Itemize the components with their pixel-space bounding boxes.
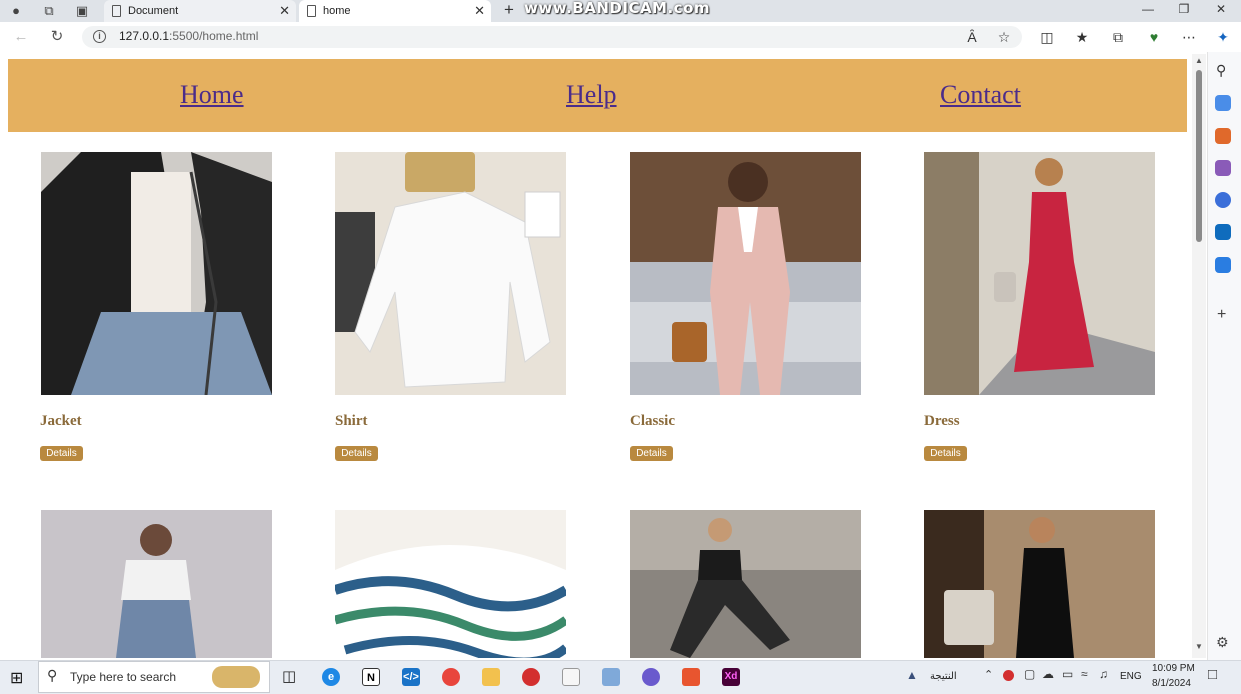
media-taskbar-icon[interactable] [642, 668, 660, 686]
new-tab-button[interactable]: + [500, 0, 518, 22]
tab-home[interactable]: home ✕ [299, 0, 491, 22]
restore-icon[interactable]: ❐ [1166, 0, 1202, 22]
browser-essentials-icon[interactable]: ♥ [1143, 26, 1165, 48]
product-name-shirt: Shirt [335, 413, 368, 429]
workspaces-icon[interactable]: ⧉ [40, 2, 58, 20]
jacket-photo [41, 152, 272, 395]
sportswear-photo [630, 510, 861, 658]
recording-tray-icon[interactable] [1003, 670, 1014, 681]
sidebar-settings-icon[interactable]: ⚙ [1216, 634, 1229, 651]
refresh-icon[interactable]: ↻ [46, 26, 68, 48]
close-tab-icon[interactable]: ✕ [474, 0, 485, 22]
scrollbar-thumb[interactable] [1196, 70, 1202, 242]
details-button-dress[interactable]: Details [924, 446, 967, 461]
details-button-jacket[interactable]: Details [40, 446, 83, 461]
recording-watermark: www.BANDICAM.com [524, 0, 711, 17]
more-menu-icon[interactable]: ⋯ [1178, 26, 1200, 48]
file-explorer-icon[interactable] [482, 668, 500, 686]
tab-title: Document [128, 5, 179, 17]
sidebar-m365-icon[interactable] [1215, 192, 1231, 208]
page-icon [307, 5, 316, 17]
vscode-taskbar-icon[interactable]: </> [402, 668, 420, 686]
wifi-icon[interactable]: ≈ [1081, 667, 1088, 681]
download-taskbar-icon[interactable] [682, 668, 700, 686]
adobe-xd-taskbar-icon[interactable]: Xd [722, 668, 740, 686]
dress-photo [924, 152, 1155, 395]
sidebar-outlook-icon[interactable] [1215, 224, 1231, 240]
classic-photo [630, 152, 861, 395]
black-dress-photo [924, 510, 1155, 658]
sidebar-search-icon[interactable]: ⚲ [1216, 62, 1226, 79]
taskbar-search-placeholder: Type here to search [70, 670, 177, 684]
clock-time[interactable]: 10:09 PM [1152, 663, 1195, 674]
notifications-icon[interactable]: □ [1208, 666, 1217, 683]
site-info-icon[interactable]: i [93, 30, 106, 43]
weather-label[interactable]: النتيجة [930, 671, 957, 682]
tab-title: home [323, 5, 351, 17]
windows-start-icon[interactable]: ⊞ [10, 668, 23, 688]
sidebar-shopping-icon[interactable] [1215, 95, 1231, 111]
white-top-jeans-photo [41, 510, 272, 658]
scroll-down-icon[interactable]: ▼ [1194, 642, 1204, 651]
tab-actions-icon[interactable]: ▣ [73, 2, 91, 20]
chrome-taskbar-icon[interactable] [442, 668, 460, 686]
favorite-star-icon[interactable]: ☆ [993, 26, 1015, 48]
sidebar-add-icon[interactable]: + [1217, 306, 1226, 324]
product-name-classic: Classic [630, 413, 675, 429]
read-aloud-icon[interactable]: Ȃ [961, 26, 983, 48]
details-button-shirt[interactable]: Details [335, 446, 378, 461]
url-text[interactable]: 127.0.0.1:5500/home.html [119, 29, 258, 43]
notes-taskbar-icon[interactable] [602, 668, 620, 686]
bandicam-taskbar-icon[interactable] [522, 668, 540, 686]
weather-icon[interactable]: ▲ [906, 668, 918, 682]
split-screen-icon[interactable]: ◫ [1036, 26, 1058, 48]
url-host: 127.0.0.1 [119, 29, 170, 43]
close-tab-icon[interactable]: ✕ [279, 0, 290, 22]
favorites-icon[interactable]: ★ [1071, 26, 1093, 48]
sidebar-drop-icon[interactable] [1215, 257, 1231, 273]
sidebar-tools-icon[interactable] [1215, 128, 1231, 144]
scroll-up-icon[interactable]: ▲ [1194, 56, 1204, 65]
notion-taskbar-icon[interactable]: N [362, 668, 380, 686]
task-view-icon[interactable]: ◫ [282, 667, 296, 685]
minimize-icon[interactable]: — [1130, 0, 1166, 22]
nav-link-contact[interactable]: Contact [940, 80, 1021, 110]
details-button-classic[interactable]: Details [630, 446, 673, 461]
volume-icon[interactable]: ♫ [1099, 667, 1108, 681]
url-path: :5500/home.html [169, 29, 259, 43]
battery-icon[interactable]: ▭ [1062, 667, 1073, 681]
search-highlight-image [212, 666, 260, 688]
nav-link-home[interactable]: Home [180, 80, 244, 110]
copilot-icon[interactable]: ✦ [1212, 26, 1234, 48]
search-icon: ⚲ [47, 667, 58, 683]
profile-icon[interactable]: ● [7, 2, 25, 20]
tray-overflow-icon[interactable]: ⌃ [984, 668, 993, 681]
store-taskbar-icon[interactable] [562, 668, 580, 686]
back-icon[interactable]: ← [10, 26, 32, 48]
onedrive-icon[interactable]: ☁ [1042, 667, 1054, 681]
page-icon [112, 5, 121, 17]
product-name-dress: Dress [924, 413, 960, 429]
striped-blouse-photo [335, 510, 566, 658]
close-window-icon[interactable]: ✕ [1203, 0, 1239, 22]
sidebar-games-icon[interactable] [1215, 160, 1231, 176]
product-name-jacket: Jacket [40, 413, 82, 429]
language-indicator[interactable]: ENG [1120, 671, 1142, 682]
clock-date[interactable]: 8/1/2024 [1152, 678, 1191, 689]
tab-document[interactable]: Document ✕ [104, 0, 296, 22]
collections-icon[interactable]: ⧉ [1107, 26, 1129, 48]
tray-app-icon[interactable]: ▢ [1024, 667, 1035, 681]
edge-taskbar-icon[interactable]: e [322, 668, 340, 686]
shirt-photo [335, 152, 566, 395]
nav-link-help[interactable]: Help [566, 80, 617, 110]
